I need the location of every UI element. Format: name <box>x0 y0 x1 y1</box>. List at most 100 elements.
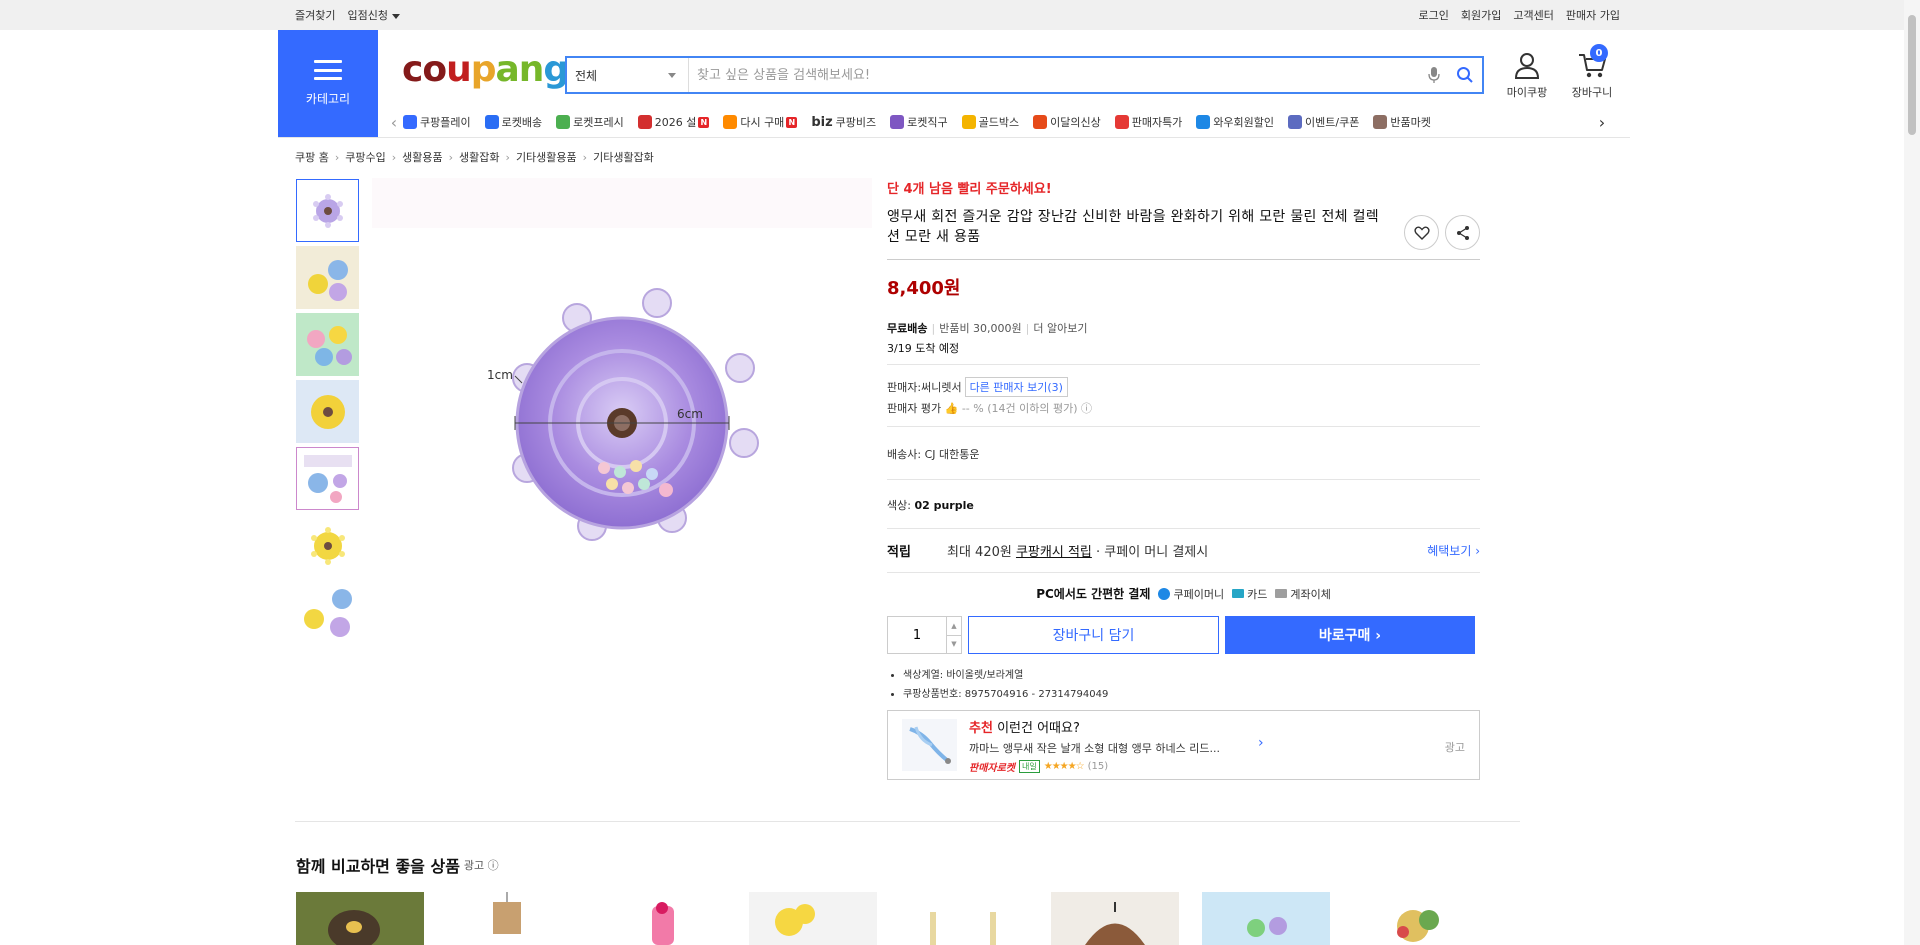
scrollbar-thumb[interactable] <box>1908 15 1916 135</box>
user-icon <box>1514 53 1540 79</box>
wishlist-button[interactable] <box>1404 215 1439 250</box>
shortcut-next-icon[interactable]: › <box>1593 113 1611 132</box>
coupang-cash-link[interactable]: 쿠팡캐시 적립 <box>1016 541 1092 560</box>
chevron-right-icon: › <box>334 150 340 164</box>
return-fee: 반품비 30,000원 <box>939 322 1022 335</box>
heart-icon <box>1413 225 1430 240</box>
pay-method-bank: 계좌이체 <box>1290 587 1331 601</box>
shortcut-item[interactable]: 와우회원할인 <box>1196 114 1274 130</box>
product-info: 단 4개 남음 빨리 주문하세요! 앵무새 회전 즐거운 감압 장난감 신비한 … <box>887 178 1480 780</box>
compare-item[interactable] <box>749 892 877 945</box>
seller-signup-link[interactable]: 판매자 가입 <box>1566 7 1620 23</box>
shortcut-icon <box>1033 115 1048 129</box>
search-icon[interactable] <box>1448 58 1482 92</box>
shortcut-item[interactable]: 이벤트/쿠폰 <box>1288 114 1359 130</box>
breadcrumb-item[interactable]: 쿠팡수입 <box>345 149 385 165</box>
signup-link[interactable]: 회원가입 <box>1461 7 1501 23</box>
thumbnail-2[interactable] <box>296 246 359 309</box>
buy-now-button[interactable]: 바로구매 › <box>1225 616 1475 654</box>
shortcut-item[interactable]: 로켓배송 <box>484 114 542 130</box>
shortcut-item[interactable]: 쿠팡플레이 <box>403 114 471 130</box>
microphone-icon[interactable] <box>1420 58 1448 92</box>
shipping-more-link[interactable]: 더 알아보기 <box>1033 322 1087 335</box>
cart-button[interactable]: 0 장바구니 <box>1562 44 1622 100</box>
thumbnail-3[interactable] <box>296 313 359 376</box>
search-input[interactable] <box>689 58 1420 92</box>
breadcrumb: 쿠팡 홈 › 쿠팡수입 › 생활용품 › 생활잡화 › 기타생활용품 › 기타생활잡화 <box>295 149 654 165</box>
quantity-input[interactable] <box>888 617 946 653</box>
benefit-more-link[interactable]: 혜택보기 › <box>1427 542 1480 559</box>
reward-amount: 최대 420원 <box>947 545 1012 560</box>
compare-item[interactable] <box>447 892 575 945</box>
shortcut-icon <box>556 115 571 129</box>
thumbnail-list <box>296 179 360 648</box>
shortcut-item[interactable]: biz 쿠팡비즈 <box>811 114 876 130</box>
shortcut-item[interactable]: 골드박스 <box>961 114 1019 130</box>
thumbnail-5[interactable] <box>296 447 359 510</box>
bank-icon <box>1275 589 1288 598</box>
page-scrollbar[interactable] <box>1904 0 1920 945</box>
compare-item[interactable] <box>1051 892 1179 945</box>
thumbnail-6[interactable] <box>296 514 359 577</box>
shortcut-label: 2026 설 <box>654 116 697 129</box>
login-link[interactable]: 로그인 <box>1419 7 1449 23</box>
color-label: 색상: <box>887 499 911 512</box>
product-title: 앵무새 회전 즐거운 감압 장난감 신비한 바람을 완화하기 위해 모란 물린 … <box>887 209 1379 245</box>
search-category-select[interactable]: 전체 <box>567 58 689 92</box>
shortcut-icon: biz <box>811 115 833 130</box>
compare-item[interactable] <box>1202 892 1330 945</box>
shortcut-item[interactable]: 판매자특가 <box>1114 114 1182 130</box>
bookmark-link[interactable]: 즐겨찾기 <box>295 7 335 23</box>
thumbnail-1[interactable] <box>296 179 359 242</box>
shortcut-prev-icon[interactable]: ‹ <box>385 113 403 132</box>
info-icon[interactable]: ⓘ <box>1081 402 1092 415</box>
compare-item[interactable] <box>598 892 726 945</box>
thumbnail-4[interactable] <box>296 380 359 443</box>
shortcut-icon <box>1196 115 1211 129</box>
coupang-logo[interactable]: coupang <box>402 50 569 90</box>
quantity-stepper: ▲▼ <box>887 616 962 654</box>
reco-tag: 추천 <box>969 720 993 736</box>
customer-center-link[interactable]: 고객센터 <box>1513 7 1553 23</box>
shortcut-icon <box>637 115 652 129</box>
thumbs-up-icon: 👍 <box>944 402 959 415</box>
breadcrumb-item[interactable]: 기타생활용품 <box>516 149 577 165</box>
search-category-value: 전체 <box>575 68 598 83</box>
dimension-label-1cm: 1cm <box>487 368 513 382</box>
compare-item[interactable] <box>900 892 1028 945</box>
shortcut-item[interactable]: 반품마켓 <box>1373 114 1431 130</box>
store-signup-link[interactable]: 입점신청 <box>347 7 400 23</box>
mycoupang-button[interactable]: 마이쿠팡 <box>1497 52 1557 100</box>
shortcut-label: 와우회원할인 <box>1213 116 1275 129</box>
main-product-image[interactable]: 1cm 6cm <box>372 178 872 648</box>
shortcut-item[interactable]: 2026 설N <box>637 114 710 130</box>
quantity-up-icon[interactable]: ▲ <box>947 617 961 636</box>
new-badge: N <box>786 116 798 128</box>
breadcrumb-item[interactable]: 기타생활잡화 <box>593 149 654 165</box>
recommendation-box[interactable]: 추천 이런건 어때요? 까마느 앵무새 작은 날개 소형 대형 앵무 하네스 리… <box>887 710 1480 780</box>
category-button[interactable]: 카테고리 <box>278 30 378 137</box>
card-icon <box>1232 589 1245 598</box>
add-to-cart-button[interactable]: 장바구니 담기 <box>968 616 1219 654</box>
color-value: 02 purple <box>914 499 974 512</box>
purchase-actions: ▲▼ 장바구니 담기 바로구매 › <box>887 616 1480 654</box>
breadcrumb-item[interactable]: 생활잡화 <box>459 149 499 165</box>
shortcut-item[interactable]: 로켓직구 <box>890 114 948 130</box>
compare-ad-label[interactable]: 광고 ⓘ <box>464 857 499 873</box>
shortcut-item[interactable]: 이달의신상 <box>1033 114 1101 130</box>
shortcut-item[interactable]: 로켓프레시 <box>556 114 624 130</box>
attribute-product-number: 쿠팡상품번호: 8975704916 - 27314794049 <box>903 685 1480 700</box>
shortcut-label: 로켓프레시 <box>573 116 624 129</box>
breadcrumb-item[interactable]: 쿠팡 홈 <box>295 149 329 165</box>
share-button[interactable] <box>1445 215 1480 250</box>
shortcut-label: 다시 구매 <box>740 116 785 129</box>
chevron-right-icon[interactable]: › <box>1258 735 1264 751</box>
thumbnail-7[interactable] <box>296 581 359 644</box>
compare-item[interactable] <box>296 892 424 945</box>
compare-item[interactable] <box>1353 892 1481 945</box>
shortcut-label: 반품마켓 <box>1390 116 1431 129</box>
breadcrumb-item[interactable]: 생활용품 <box>402 149 442 165</box>
shortcut-item[interactable]: 다시 구매 N <box>723 114 798 130</box>
other-sellers-button[interactable]: 다른 판매자 보기(3) <box>964 377 1068 397</box>
quantity-down-icon[interactable]: ▼ <box>947 636 961 654</box>
